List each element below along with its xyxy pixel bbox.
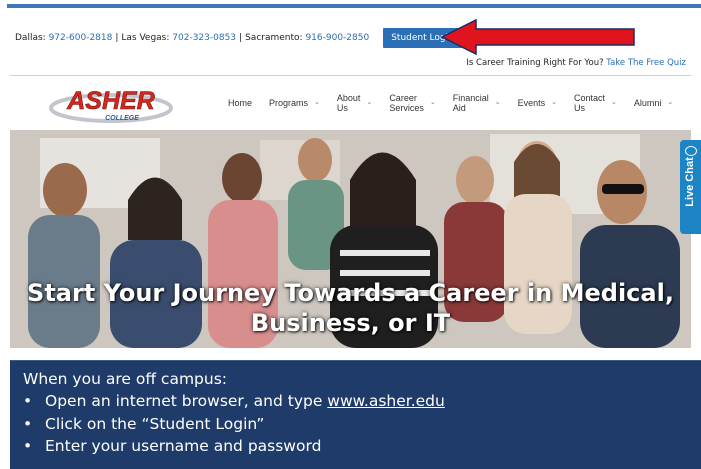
asher-college-logo[interactable]: ASHER COLLEGE: [48, 82, 174, 126]
dallas-phone-link[interactable]: 972-600-2818: [49, 33, 113, 43]
red-arrow-annotation: [440, 18, 635, 56]
list-item: • Click on the “Student Login”: [23, 413, 701, 436]
instructions-list: • Open an internet browser, and type www…: [23, 390, 701, 458]
hero-banner: Start Your Journey Towards a Career in M…: [10, 130, 691, 348]
sacramento-phone-link[interactable]: 916-900-2850: [305, 33, 369, 43]
hero-headline-line-1: Start Your Journey Towards a Career in M…: [27, 279, 674, 307]
nav-contact-label-1: Contact: [574, 93, 606, 103]
separator: |: [239, 33, 243, 43]
step-2-text: Click on the “Student Login”: [45, 414, 265, 433]
live-chat-tab[interactable]: Live Chat: [680, 140, 701, 234]
step-3-text: Enter your username and password: [45, 437, 322, 455]
chevron-down-icon: ⌄: [494, 99, 501, 106]
sacramento-label: Sacramento:: [245, 33, 303, 43]
nav-alumni-label: Alumni: [633, 98, 662, 108]
top-accent-rule: [7, 4, 701, 8]
nav-programs[interactable]: Programs ⌄: [269, 98, 320, 108]
bullet: •: [23, 392, 33, 410]
header-divider: [10, 75, 691, 76]
nav-about-us[interactable]: About Us ⌄: [337, 93, 372, 113]
bullet: •: [23, 437, 33, 455]
nav-contact-label-2: Us: [574, 103, 585, 113]
quiz-text: Is Career Training Right For You?: [466, 58, 604, 68]
nav-home[interactable]: Home: [228, 98, 252, 108]
nav-events-label: Events: [517, 98, 546, 108]
bullet: •: [23, 414, 33, 433]
list-item: • Open an internet browser, and type www…: [23, 390, 701, 413]
nav-home-label: Home: [228, 98, 253, 108]
vegas-label: Las Vegas:: [121, 33, 170, 43]
nav-about-label-2: Us: [336, 103, 348, 113]
nav-career-services[interactable]: Career Services ⌄: [389, 93, 435, 113]
nav-career-label-1: Career: [389, 93, 417, 103]
website-link[interactable]: www.asher.edu: [327, 392, 445, 410]
chevron-down-icon: ⌄: [667, 99, 674, 106]
nav-career-label-2: Services: [389, 103, 424, 113]
instructions-heading: When you are off campus:: [23, 370, 228, 388]
logo-subtitle: COLLEGE: [105, 115, 139, 122]
step-1-prefix: Open an internet browser, and type: [45, 392, 328, 410]
nav-financial-label-1: Financial: [452, 93, 489, 103]
step-1-text: Open an internet browser, and type www.a…: [45, 390, 445, 413]
chevron-down-icon: ⌄: [429, 99, 436, 106]
logo-wordmark: ASHER: [66, 87, 155, 115]
live-chat-label: Live Chat: [684, 157, 696, 207]
contact-bar: Dallas: 972-600-2818 | Las Vegas: 702-32…: [15, 27, 462, 49]
nav-financial-label-2: Aid: [452, 103, 466, 113]
chevron-down-icon: ⌄: [551, 99, 557, 106]
instructions-panel: When you are off campus: • Open an inter…: [10, 360, 701, 469]
quiz-prompt: Is Career Training Right For You? Take T…: [466, 58, 686, 68]
dallas-label: Dallas:: [15, 33, 46, 43]
hero-headline: Start Your Journey Towards a Career in M…: [10, 278, 691, 338]
nav-about-label-1: About: [336, 93, 361, 103]
chevron-down-icon: ⌄: [314, 99, 320, 106]
nav-alumni[interactable]: Alumni ⌄: [634, 98, 673, 108]
free-quiz-link[interactable]: Take The Free Quiz: [606, 58, 686, 68]
separator: |: [115, 33, 119, 43]
list-item: • Enter your username and password: [23, 435, 701, 458]
nav-financial-aid[interactable]: Financial Aid ⌄: [453, 93, 501, 113]
vegas-phone-link[interactable]: 702-323-0853: [172, 33, 236, 43]
nav-contact-us[interactable]: Contact Us ⌄: [574, 93, 617, 113]
main-navigation: Home Programs ⌄ About Us ⌄ Career Services…: [228, 86, 690, 120]
chevron-down-icon: ⌄: [366, 99, 373, 106]
nav-programs-label: Programs: [269, 98, 309, 108]
hero-headline-line-2: Business, or IT: [250, 309, 451, 337]
chevron-down-icon: ⌄: [611, 99, 617, 106]
nav-events[interactable]: Events ⌄: [518, 98, 557, 108]
